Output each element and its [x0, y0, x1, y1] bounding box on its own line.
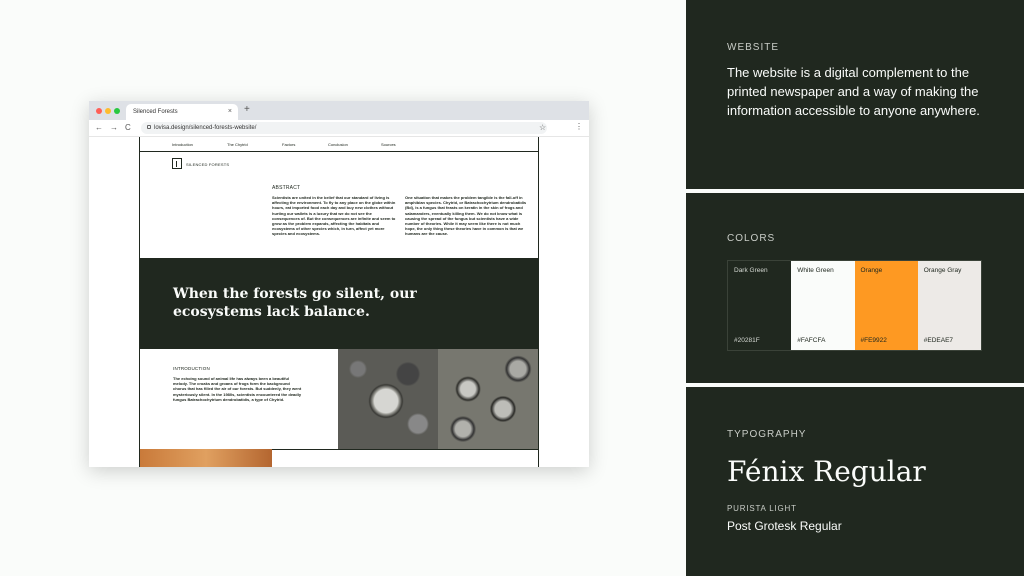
- browser-address-bar: ← → C lovisa.design/silenced-forests-web…: [89, 120, 589, 137]
- close-window-icon[interactable]: [96, 108, 102, 114]
- typography-heading: TYPOGRAPHY: [727, 429, 807, 440]
- orange-texture-image: [140, 449, 272, 467]
- secondary-font-sample: Post Grotesk Regular: [727, 519, 842, 533]
- site-nav-factors[interactable]: Factors: [282, 142, 295, 147]
- abstract-heading: ABSTRACT: [272, 185, 301, 191]
- browser-tab[interactable]: Silenced Forests ×: [126, 104, 238, 120]
- new-tab-icon[interactable]: +: [244, 104, 250, 115]
- browser-menu-icon[interactable]: ⋮: [575, 122, 583, 131]
- minimize-window-icon[interactable]: [105, 108, 111, 114]
- forward-icon[interactable]: →: [110, 123, 118, 132]
- site-logo-icon[interactable]: [172, 158, 182, 169]
- lock-icon: [147, 125, 151, 130]
- site-nav: Introduction The Chytrid Factors Conclus…: [140, 137, 538, 152]
- hero-title: When the forests go silent, our ecosyste…: [173, 286, 417, 320]
- hero-section: When the forests go silent, our ecosyste…: [140, 258, 538, 349]
- browser-viewport: Introduction The Chytrid Factors Conclus…: [89, 137, 589, 467]
- url-input[interactable]: lovisa.design/silenced-forests-website/: [141, 122, 547, 134]
- abstract-column-1: Scientists are united in the belief that…: [272, 195, 396, 237]
- maximize-window-icon[interactable]: [114, 108, 120, 114]
- site-nav-introduction[interactable]: Introduction: [172, 142, 193, 147]
- colors-heading: COLORS: [727, 233, 776, 244]
- swatch-orange-gray: Orange Gray #EDEAE7: [917, 261, 981, 350]
- swatch-dark-green: Dark Green #20281F: [728, 261, 792, 350]
- reload-icon[interactable]: C: [125, 123, 131, 132]
- bookmark-star-icon[interactable]: ☆: [539, 123, 546, 132]
- website-panel: WEBSITE The website is a digital complem…: [686, 0, 1024, 189]
- site-nav-conclusion[interactable]: Conclusion: [328, 142, 348, 147]
- frog-skin-microscope-image: [438, 349, 538, 449]
- abstract-column-2: One situation that makes the problem tan…: [405, 195, 527, 237]
- browser-tab-strip: Silenced Forests × +: [89, 101, 589, 120]
- swatch-hex: #EDEAE7: [923, 337, 954, 344]
- browser-tab-title: Silenced Forests: [133, 109, 178, 115]
- swatch-hex: #FAFCFA: [797, 337, 826, 344]
- tab-close-icon[interactable]: ×: [228, 108, 232, 115]
- introduction-heading: INTRODUCTION: [173, 366, 210, 371]
- back-icon[interactable]: ←: [95, 123, 103, 132]
- website-heading: WEBSITE: [727, 42, 780, 53]
- swatch-hex: #FE9922: [860, 337, 887, 344]
- swatch-name: Orange Gray: [923, 267, 962, 274]
- swatch-name: Dark Green: [734, 267, 768, 274]
- primary-font-sample: Fénix Regular: [727, 455, 926, 488]
- site-nav-the-chytrid[interactable]: The Chytrid: [227, 142, 248, 147]
- typography-panel: TYPOGRAPHY Fénix Regular PURISTA LIGHT P…: [686, 387, 1024, 576]
- browser-window: Silenced Forests × + ← → C lovisa.design…: [89, 101, 589, 467]
- colors-panel: COLORS Dark Green #20281F White Green #F…: [686, 193, 1024, 383]
- swatch-name: White Green: [797, 267, 834, 274]
- url-text: lovisa.design/silenced-forests-website/: [154, 125, 257, 131]
- website-description: The website is a digital complement to t…: [727, 65, 980, 118]
- fungus-microscope-image: [338, 349, 438, 449]
- introduction-text: The echoing sound of animal life has alw…: [173, 376, 302, 402]
- site-nav-sources[interactable]: Sources: [381, 142, 396, 147]
- color-swatches: Dark Green #20281F White Green #FAFCFA O…: [727, 260, 982, 351]
- website-page: Introduction The Chytrid Factors Conclus…: [139, 137, 539, 467]
- site-logo-text[interactable]: SILENCED FORESTS: [186, 162, 229, 167]
- swatch-orange: Orange #FE9922: [854, 261, 918, 350]
- divider: [272, 449, 538, 450]
- swatch-white-green: White Green #FAFCFA: [791, 261, 855, 350]
- swatch-name: Orange: [860, 267, 883, 274]
- swatch-hex: #20281F: [734, 337, 760, 344]
- secondary-font-label: PURISTA LIGHT: [727, 504, 797, 513]
